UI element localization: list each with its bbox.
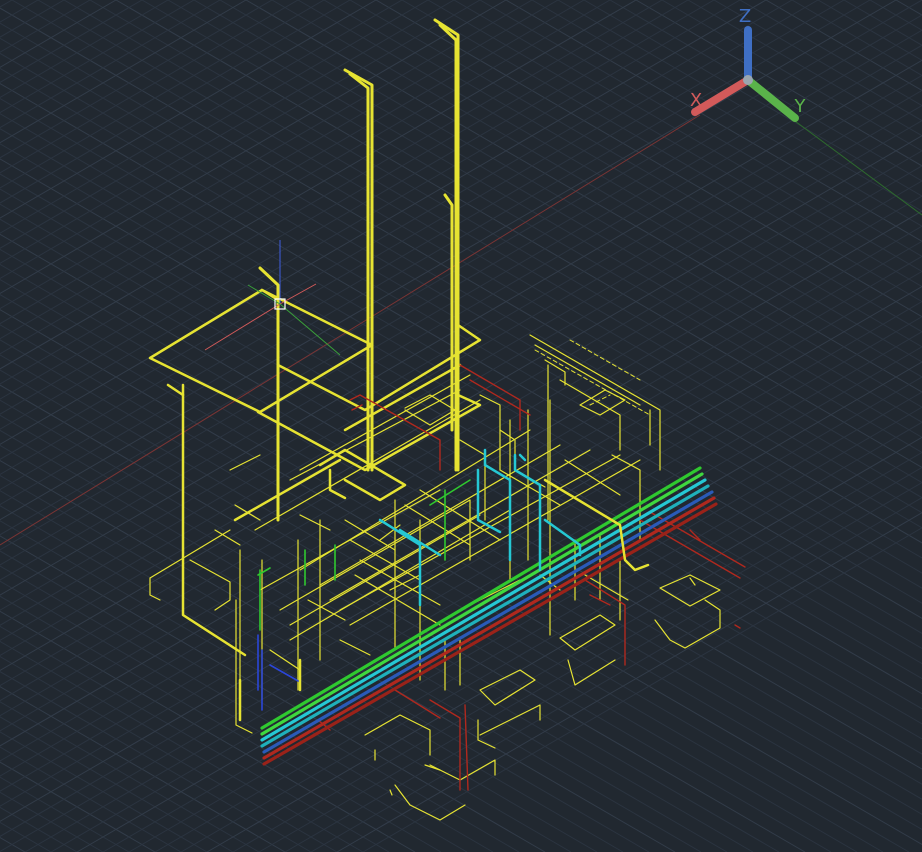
y-axis-label: Y	[794, 96, 807, 117]
view-axis-gizmo[interactable]: Z X Y	[0, 0, 922, 852]
y-axis-stem-icon	[744, 76, 799, 122]
z-axis-label: Z	[739, 6, 751, 27]
model-viewport[interactable]: Z X Y	[0, 0, 922, 852]
x-axis-stem-icon	[691, 76, 752, 116]
gizmo-origin-icon	[743, 75, 753, 85]
x-axis-label: X	[690, 90, 702, 111]
